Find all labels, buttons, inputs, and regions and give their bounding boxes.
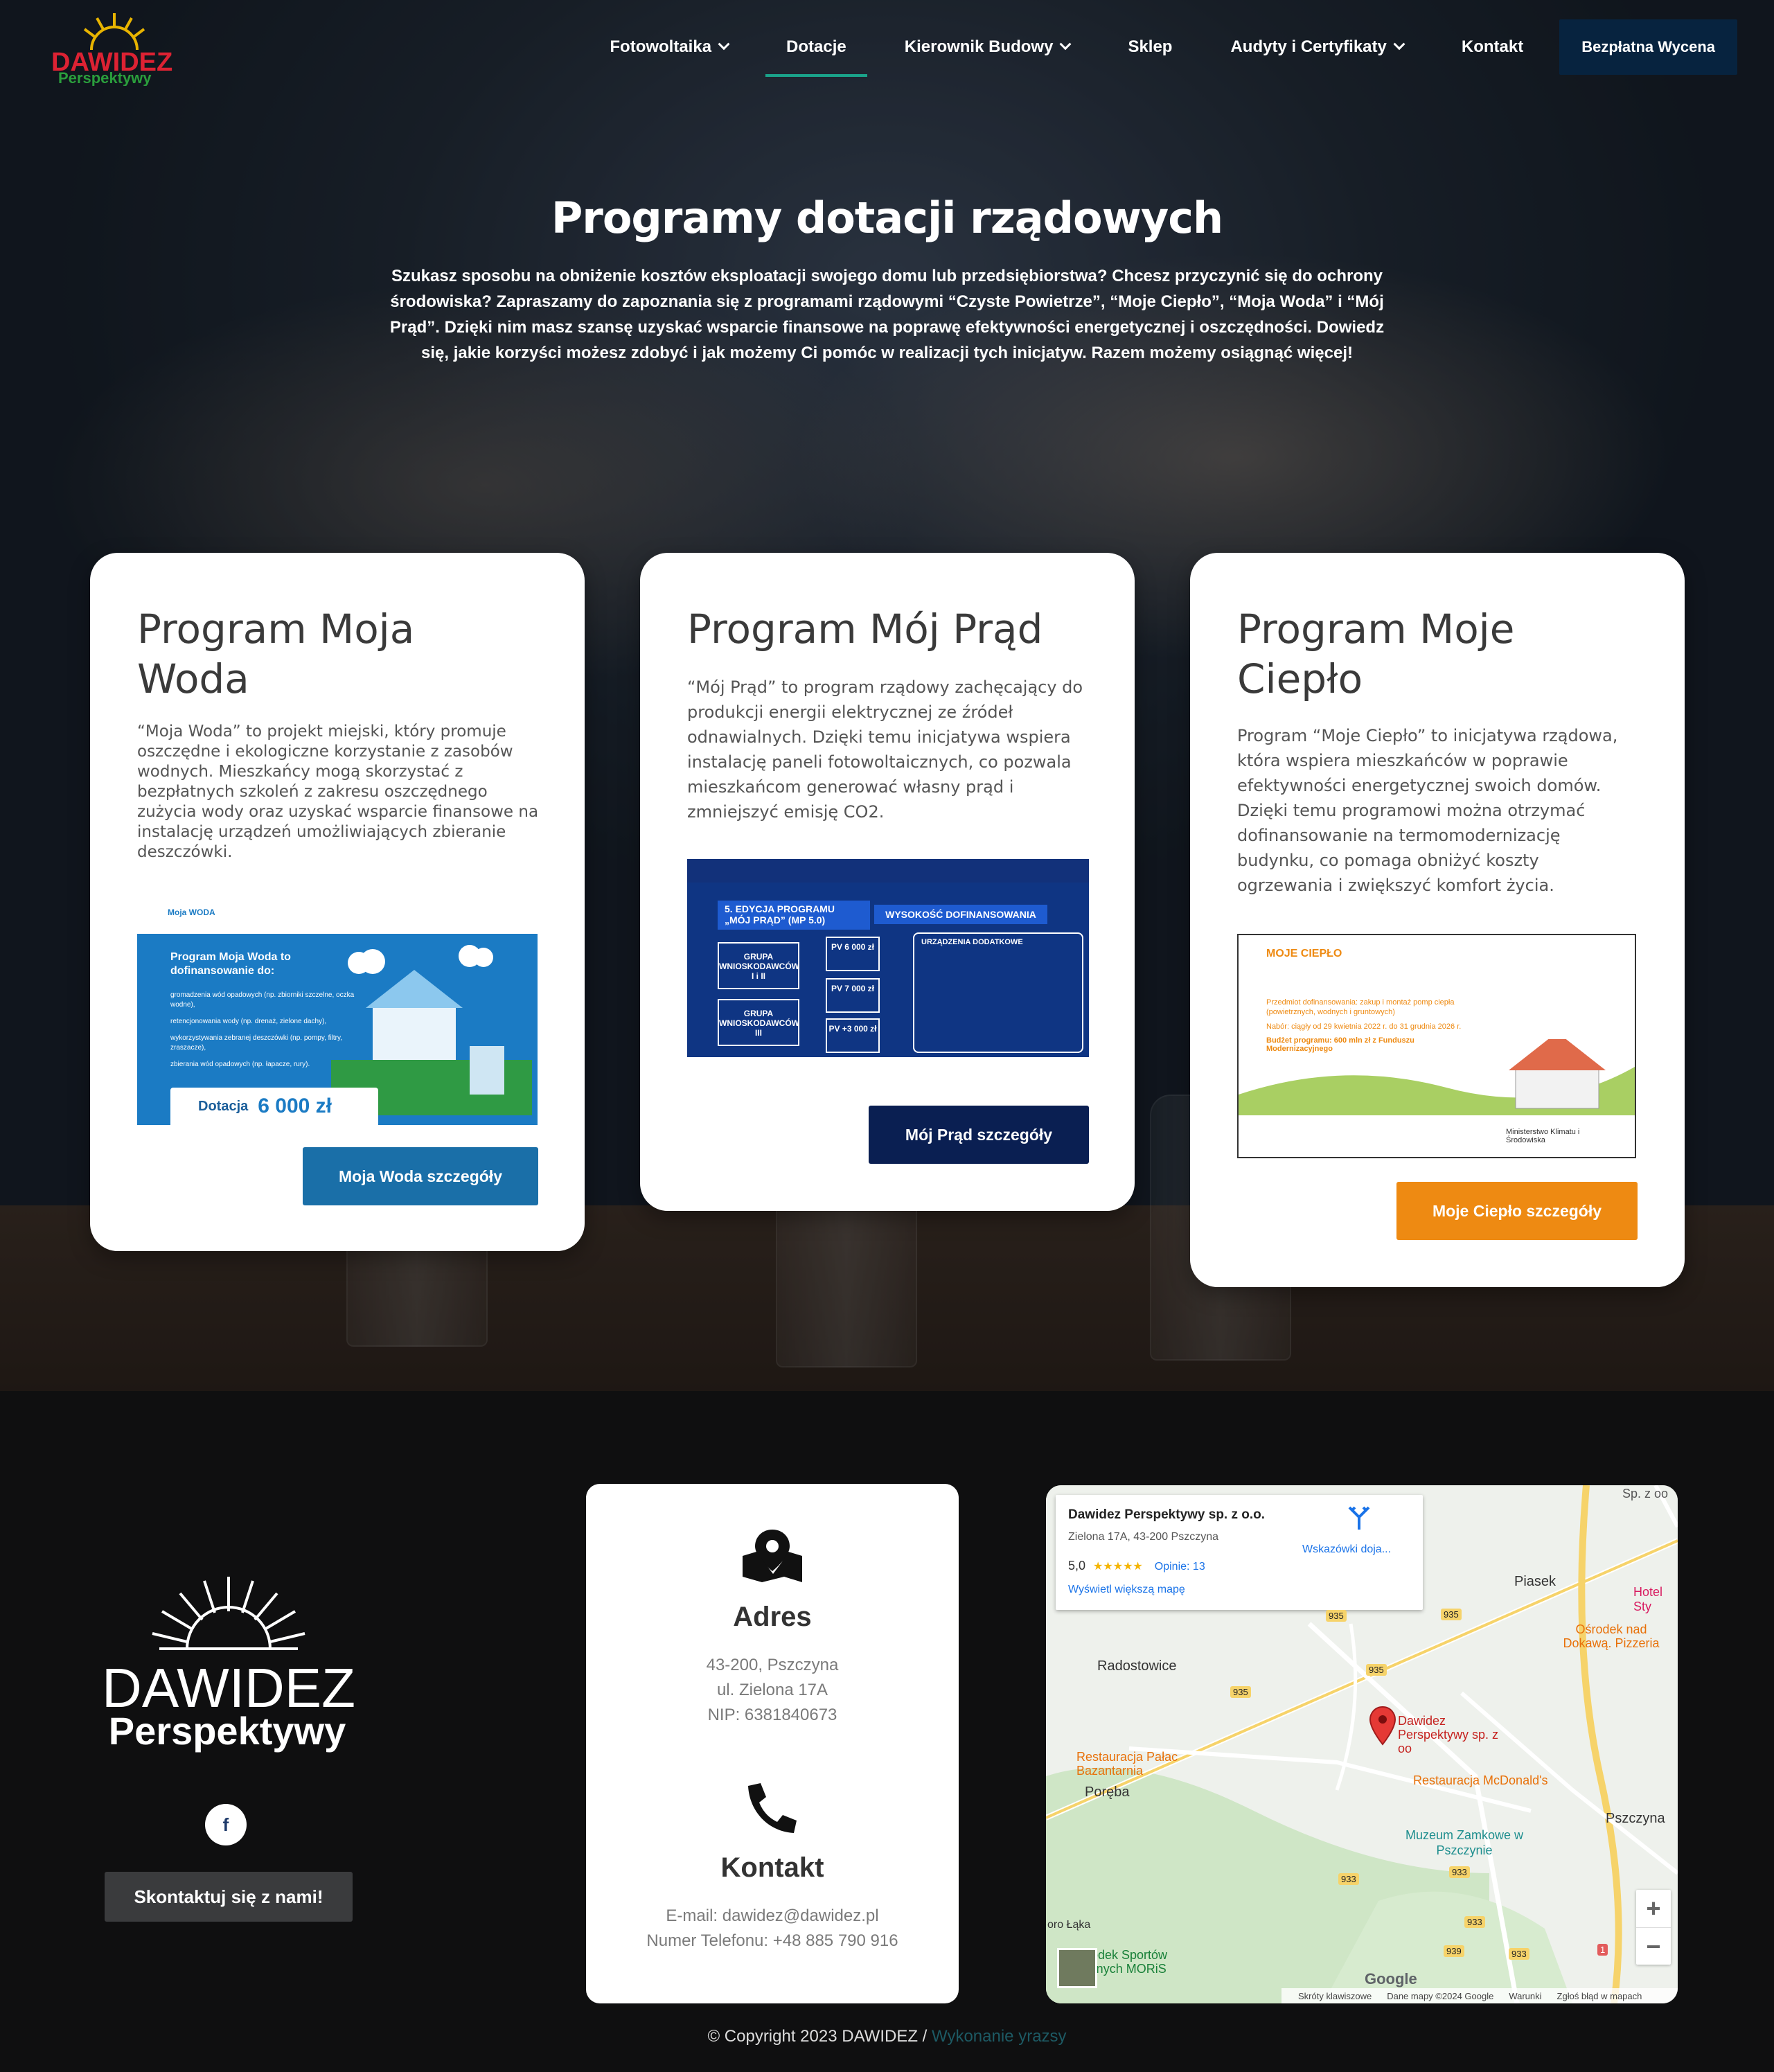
map-poi: Muzeum Zamkowe w Pszczynie — [1405, 1828, 1524, 1857]
rating-stars-icon: ★★★★★ — [1093, 1561, 1143, 1573]
map-info-bubble: Dawidez Perspektywy sp. z o.o. Zielona 1… — [1056, 1495, 1423, 1610]
map-poi: Restauracja McDonald's — [1413, 1773, 1548, 1787]
nav-item-label: Kierownik Budowy — [904, 37, 1054, 56]
site-logo[interactable]: DAWIDEZ Perspektywy — [48, 10, 180, 87]
map-larger-link[interactable]: Wyświetl większą mapę — [1068, 1584, 1185, 1596]
directions-icon[interactable] — [1345, 1506, 1373, 1531]
free-quote-button[interactable]: Bezpłatna Wycena — [1559, 19, 1737, 75]
nav-item-fotowoltaika[interactable]: Fotowoltaika — [610, 0, 730, 94]
promo-grant-badge: Dotacja 6 000 zł — [170, 1088, 378, 1125]
map-poi: Hotel Sty — [1633, 1585, 1663, 1613]
nav-item-label: Audyty i Certyfikaty — [1230, 37, 1387, 56]
google-logo: Google — [1365, 1970, 1417, 1987]
footer-logo-sub: Perspektywy — [109, 1709, 346, 1753]
card-text: “Moja Woda” to projekt miejski, który pr… — [137, 723, 539, 861]
nav-item-sklep[interactable]: Sklep — [1128, 0, 1172, 94]
chevron-down-icon — [1059, 37, 1072, 50]
promo-heading: Program Moja Woda to dofinansowanie do: — [170, 951, 291, 977]
zoom-in-button[interactable]: + — [1636, 1890, 1671, 1927]
nav-item-label: Kontakt — [1461, 37, 1524, 56]
contact-us-button[interactable]: Skontaktuj się z nami! — [105, 1872, 353, 1922]
card-title: Program Moje Ciepło — [1237, 605, 1515, 702]
moj-prad-details-button[interactable]: Mój Prąd szczegóły — [869, 1106, 1089, 1164]
map-icon — [743, 1530, 802, 1582]
nav-item-kierownik-budowy[interactable]: Kierownik Budowy — [904, 0, 1072, 94]
logo-sub: Perspektywy — [58, 69, 152, 86]
card-moja-woda: Program Moja Woda “Moja Woda” to projekt… — [90, 553, 585, 1251]
footer-logo[interactable]: DAWIDEZ Perspektywy — [76, 1573, 381, 1766]
map-place-address: Zielona 17A, 43-200 Pszczyna — [1068, 1531, 1219, 1543]
nav-item-dotacje[interactable]: Dotacje — [765, 0, 867, 94]
contact-phone[interactable]: Numer Telefonu: +48 885 790 916 — [586, 1931, 959, 1951]
contact-email[interactable]: E-mail: dawidez@dawidez.pl — [586, 1906, 959, 1926]
card-title: Program Mój Prąd — [687, 605, 1043, 653]
map-place-name: Dawidez Perspektywy sp. z o.o. — [1068, 1507, 1266, 1522]
main-nav: Fotowoltaika Dotacje Kierownik Budowy Sk… — [580, 0, 1774, 94]
map-attribution: Skróty klawiszowe Dane mapy ©2024 Google… — [1281, 1988, 1678, 2003]
map-marker-label: Dawidez Perspektywy sp. z oo — [1398, 1714, 1499, 1755]
nav-item-audyty[interactable]: Audyty i Certyfikaty — [1230, 0, 1405, 94]
credit-link[interactable]: Wykonanie yrazsy — [932, 2027, 1067, 2046]
map-zoom-control: + − — [1636, 1890, 1671, 1965]
address-line: 43-200, Pszczyna — [706, 1656, 839, 1674]
address-title: Adres — [733, 1602, 812, 1632]
map-poi: Restauracja Pałac Bazantarnia — [1076, 1750, 1178, 1778]
card-text: Program “Moje Ciepło” to inicjatywa rząd… — [1237, 726, 1618, 895]
card-moje-cieplo: Program Moje Ciepło Program “Moje Ciepło… — [1190, 553, 1685, 1287]
page-title: Programy dotacji rządowych — [551, 193, 1223, 243]
contact-title: Kontakt — [720, 1852, 824, 1883]
moja-woda-details-button[interactable]: Moja Woda szczegóły — [303, 1147, 538, 1205]
copyright: © Copyright 2023 DAWIDEZ / Wykonanie yra… — [707, 2027, 1067, 2046]
map-reviews-link[interactable]: Opinie: 13 — [1155, 1561, 1205, 1573]
nav-item-label: Fotowoltaika — [610, 37, 712, 56]
landscape-illustration-icon — [1239, 1039, 1635, 1115]
address-line: ul. Zielona 17A — [716, 1681, 828, 1699]
card-title: Program Moja Woda — [137, 605, 415, 702]
nav-item-label: Dotacje — [786, 37, 846, 56]
map-directions-link[interactable]: Wskazówki doja... — [1302, 1543, 1391, 1556]
map-satellite-toggle[interactable] — [1057, 1948, 1097, 1988]
chevron-down-icon — [718, 37, 730, 50]
promo-header: WYSOKOŚĆ DOFINANSOWANIA — [874, 905, 1047, 924]
nav-item-label: Sklep — [1128, 37, 1173, 56]
nav-item-kontakt[interactable]: Kontakt — [1462, 0, 1523, 94]
promo-logo: MOJE CIEPŁO — [1266, 948, 1342, 959]
address-nip: NIP: 6381840673 — [707, 1706, 837, 1724]
phone-icon — [748, 1783, 797, 1833]
facebook-icon[interactable]: f — [205, 1804, 247, 1845]
google-map[interactable]: Dawidez Perspektywy sp. z o.o. Zielona 1… — [1046, 1485, 1678, 2003]
map-poi: Ośrodek nad Dokawą. Pizzeria — [1563, 1622, 1660, 1650]
chevron-down-icon — [1393, 37, 1405, 50]
moj-prad-promo-image: 5. EDYCJA PROGRAMU „MÓJ PRĄD” (MP 5.0) W… — [687, 859, 1089, 1057]
map-rating: 5,0 ★★★★★ Opinie: 13 — [1068, 1559, 1205, 1573]
card-text: “Mój Prąd” to program rządowy zachęcając… — [687, 678, 1083, 822]
promo-edition: 5. EDYCJA PROGRAMU „MÓJ PRĄD” (MP 5.0) — [718, 901, 870, 930]
zoom-out-button[interactable]: − — [1636, 1927, 1671, 1965]
card-moj-prad: Program Mój Prąd “Mój Prąd” to program r… — [640, 553, 1135, 1211]
contact-info-box: Adres 43-200, Pszczyna ul. Zielona 17A N… — [586, 1484, 959, 2003]
hero-description: Szukasz sposobu na obniżenie kosztów eks… — [389, 267, 1385, 362]
moje-cieplo-promo-image: MOJE CIEPŁO Przedmiot dofinansowania: za… — [1237, 934, 1636, 1158]
moje-cieplo-details-button[interactable]: Moje Ciepło szczegóły — [1396, 1182, 1638, 1240]
moja-woda-promo-image: Moja WODA Program Moja Woda to dofinanso… — [137, 901, 538, 1125]
promo-logo: Moja WODA — [168, 907, 215, 917]
